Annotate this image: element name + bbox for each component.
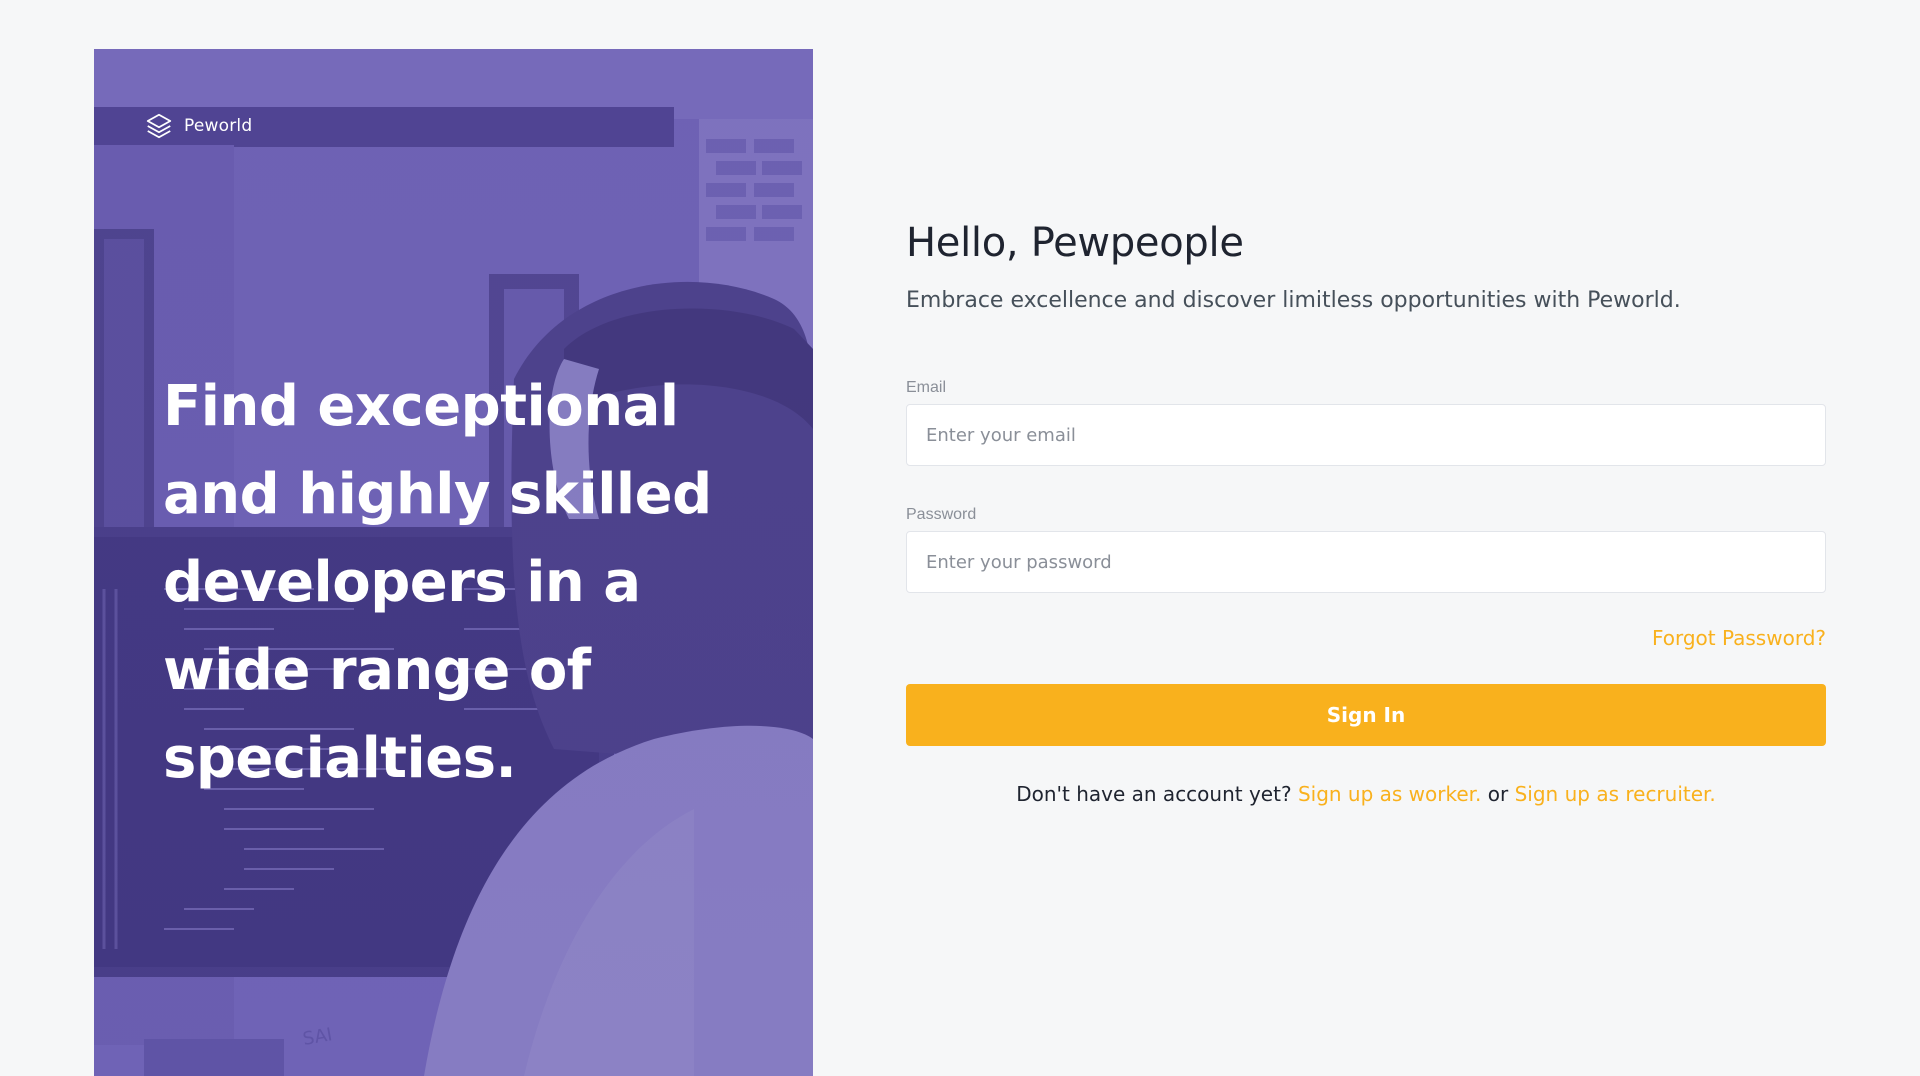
signup-recruiter-link[interactable]: Sign up as recruiter. (1515, 782, 1716, 806)
login-form: Hello, Pewpeople Embrace excellence and … (906, 220, 1826, 806)
hero-panel: SAI Peworld Find exceptional and highly … (94, 49, 813, 1076)
page-subtitle: Embrace excellence and discover limitles… (906, 288, 1681, 313)
signup-or-text: or (1487, 782, 1509, 806)
email-input[interactable] (906, 404, 1826, 466)
password-label: Password (906, 506, 977, 523)
layers-icon (146, 113, 172, 139)
page-title: Hello, Pewpeople (906, 220, 1244, 266)
forgot-password-row: Forgot Password? (906, 626, 1826, 650)
password-input[interactable] (906, 531, 1826, 593)
email-field-group: Email (906, 379, 1826, 466)
signup-prompt: Don't have an account yet? Sign up as wo… (906, 782, 1826, 806)
signup-prompt-text: Don't have an account yet? (1016, 782, 1292, 806)
password-field-group: Password (906, 506, 1826, 593)
sign-in-button[interactable]: Sign In (906, 684, 1826, 746)
brand-name: Peworld (184, 116, 253, 136)
email-label: Email (906, 379, 947, 396)
signup-worker-link[interactable]: Sign up as worker. (1298, 782, 1481, 806)
hero-headline: Find exceptional and highly skilled deve… (163, 374, 712, 791)
forgot-password-link[interactable]: Forgot Password? (1652, 626, 1826, 650)
brand-logo[interactable]: Peworld (144, 111, 252, 141)
